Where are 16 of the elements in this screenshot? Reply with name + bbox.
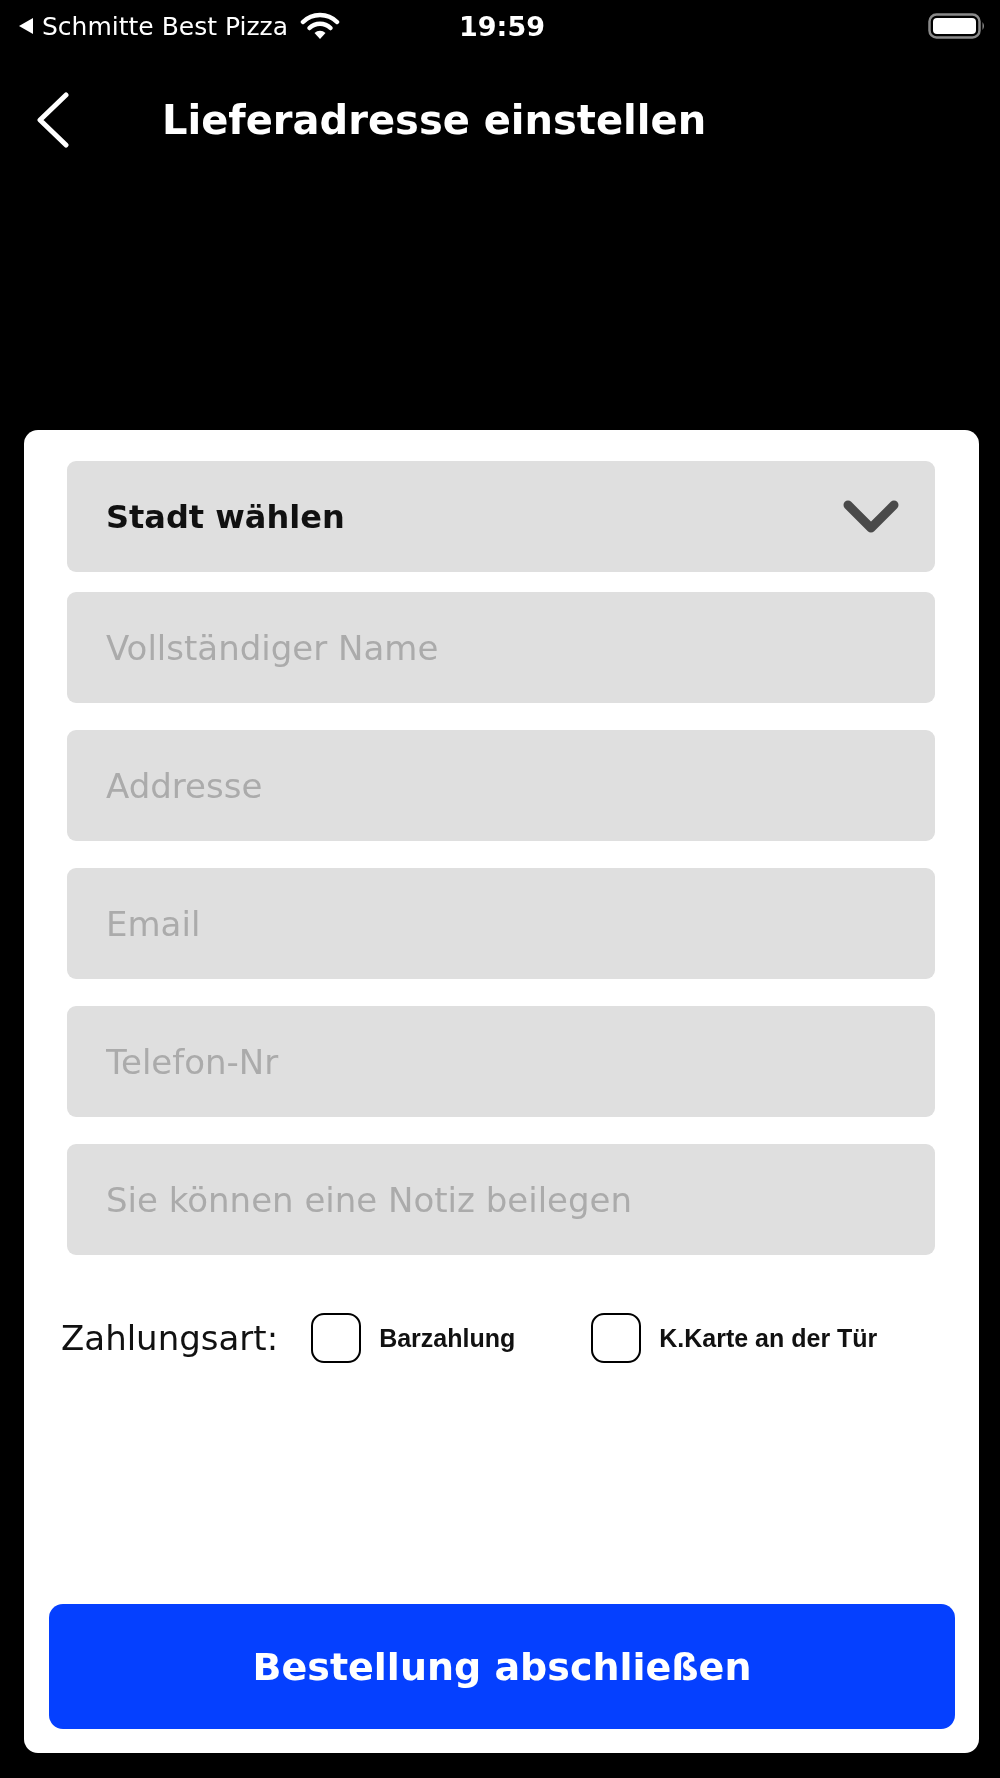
checkbox[interactable] [311, 1313, 362, 1363]
option-label: Barzahlung [379, 1323, 516, 1353]
back-to-app-link[interactable]: Schmitte Best Pizza [42, 11, 289, 41]
chevron-left-icon [36, 91, 70, 148]
back-triangle-icon[interactable] [18, 17, 34, 35]
option-label: K.Karte an der Tür [659, 1323, 878, 1353]
checkbox[interactable] [591, 1313, 642, 1363]
wifi-icon [300, 12, 341, 40]
chevron-down-icon [843, 499, 899, 534]
city-dropdown[interactable]: Stadt wählen [67, 461, 935, 572]
battery-icon [928, 13, 986, 39]
submit-button[interactable]: Bestellung abschließen [49, 1604, 955, 1729]
payment-label: Zahlungsart: [61, 1318, 279, 1358]
page-title: Lieferadresse einstellen [162, 96, 707, 143]
status-time: 19:59 [459, 10, 545, 42]
back-button[interactable] [36, 91, 70, 148]
